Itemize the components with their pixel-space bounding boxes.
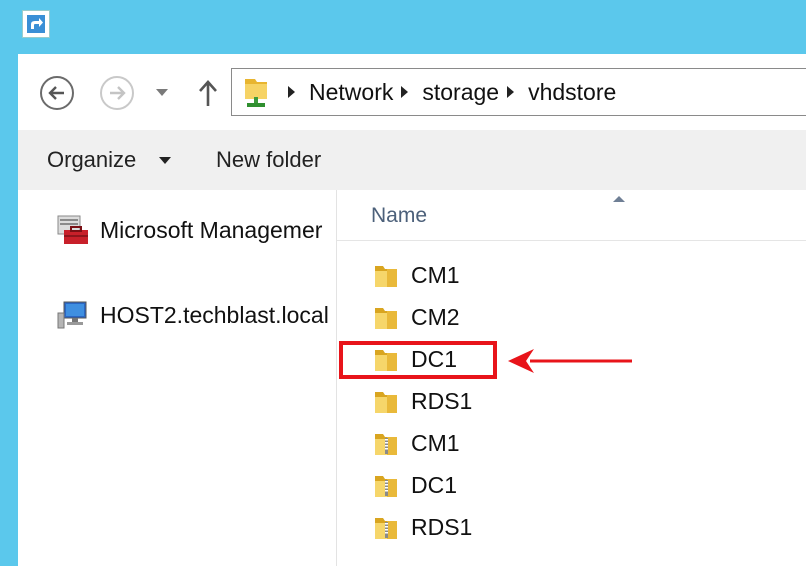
breadcrumb-vhdstore[interactable]: vhdstore bbox=[528, 79, 616, 106]
breadcrumb-separator-icon[interactable] bbox=[401, 86, 409, 98]
address-bar[interactable]: Network storage vhdstore bbox=[231, 68, 806, 116]
recent-locations-dropdown-icon[interactable] bbox=[156, 89, 168, 96]
explorer-app-icon[interactable] bbox=[22, 10, 50, 38]
zip-folder-icon bbox=[375, 434, 397, 455]
list-item-zip[interactable]: CM1 bbox=[373, 425, 460, 461]
back-button[interactable] bbox=[40, 76, 74, 110]
red-arrow-annotation-icon bbox=[508, 349, 632, 373]
network-folder-icon bbox=[245, 79, 267, 107]
nav-item-label: Microsoft Managemer bbox=[100, 216, 323, 243]
sort-ascending-icon bbox=[613, 196, 625, 202]
file-name: CM1 bbox=[411, 261, 460, 288]
folder-icon bbox=[375, 266, 397, 287]
breadcrumb-separator-icon[interactable] bbox=[288, 86, 295, 98]
list-item-folder[interactable]: CM1 bbox=[373, 257, 460, 293]
breadcrumb-network[interactable]: Network bbox=[309, 79, 393, 106]
folder-icon bbox=[375, 308, 397, 329]
nav-item-label: HOST2.techblast.local bbox=[100, 301, 329, 328]
column-header-label: Name bbox=[371, 204, 428, 227]
file-name: CM1 bbox=[411, 429, 460, 456]
breadcrumb: Network storage vhdstore bbox=[232, 69, 616, 115]
file-name: RDS1 bbox=[411, 387, 473, 414]
nav-item-host2[interactable]: HOST2.techblast.local bbox=[56, 299, 329, 331]
column-header-name[interactable]: Name bbox=[337, 190, 806, 241]
list-item-zip[interactable]: RDS1 bbox=[373, 509, 472, 545]
list-item-folder[interactable]: CM2 bbox=[373, 299, 460, 335]
organize-button[interactable]: Organize bbox=[47, 147, 136, 173]
nav-item-mmc[interactable]: Microsoft Managemer bbox=[56, 214, 322, 246]
highlight-annotation-box bbox=[339, 341, 497, 379]
mmc-toolbox-icon bbox=[57, 215, 88, 244]
file-name: CM2 bbox=[411, 303, 460, 330]
breadcrumb-storage[interactable]: storage bbox=[422, 79, 499, 106]
file-name: DC1 bbox=[411, 471, 458, 498]
list-item-folder[interactable]: RDS1 bbox=[373, 383, 472, 419]
explorer-window: Network storage vhdstore Organize New fo… bbox=[18, 54, 806, 566]
forward-arrow-icon bbox=[110, 86, 126, 100]
back-arrow-icon bbox=[48, 86, 64, 100]
zip-folder-icon bbox=[375, 476, 397, 497]
forward-button[interactable] bbox=[100, 76, 134, 110]
organize-dropdown-icon[interactable] bbox=[159, 157, 171, 164]
up-one-level-icon[interactable] bbox=[196, 78, 220, 108]
folder-icon bbox=[375, 392, 397, 413]
computer-icon bbox=[57, 301, 87, 329]
breadcrumb-separator-icon[interactable] bbox=[507, 86, 515, 98]
window-frame: Network storage vhdstore Organize New fo… bbox=[0, 0, 806, 566]
zip-folder-icon bbox=[375, 518, 397, 539]
file-name: RDS1 bbox=[411, 513, 473, 540]
navigation-bar: Network storage vhdstore bbox=[18, 54, 806, 130]
list-item-zip[interactable]: DC1 bbox=[373, 467, 457, 503]
navigation-pane: Microsoft Managemer HOST2.techblast.loca… bbox=[18, 190, 336, 566]
new-folder-button[interactable]: New folder bbox=[216, 147, 321, 173]
command-bar: Organize New folder bbox=[18, 130, 806, 190]
